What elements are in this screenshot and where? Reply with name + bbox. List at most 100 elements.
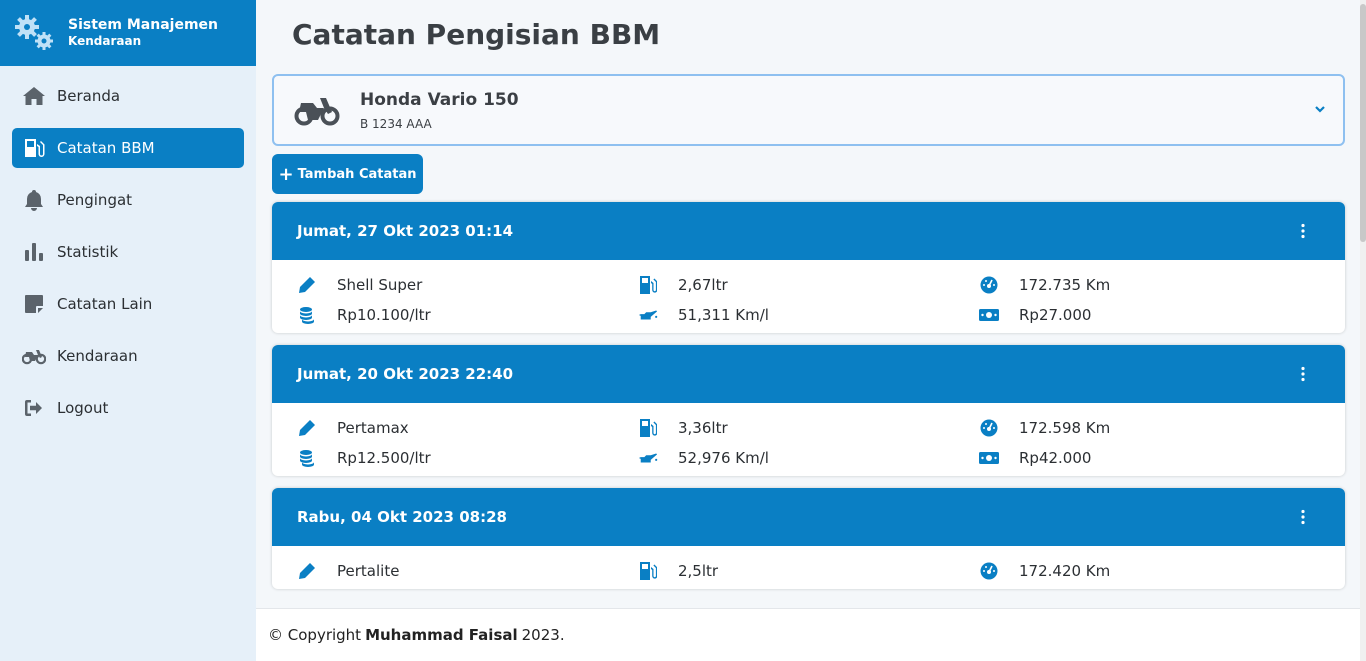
oil-can-icon: [638, 305, 658, 325]
more-options-icon[interactable]: [1301, 366, 1305, 382]
coins-icon: [297, 448, 317, 468]
fuel-pump-icon: [22, 136, 46, 160]
bell-icon: [22, 188, 46, 212]
fuel-records-list: Jumat, 27 Okt 2023 01:14 Shell Super 2,6…: [272, 202, 1345, 601]
brand-title: Sistem Manajemen: [68, 16, 219, 33]
price-value: Rp10.100/ltr: [337, 305, 431, 324]
price-value: Rp12.500/ltr: [337, 448, 431, 467]
total-value: Rp42.000: [1019, 448, 1092, 467]
sidebar-item-catatan-lain[interactable]: Catatan Lain: [12, 284, 244, 324]
volume-value: 2,67ltr: [678, 275, 728, 294]
odometer-value: 172.735 Km: [1019, 275, 1111, 294]
vehicle-select[interactable]: Honda Vario 150 B 1234 AAA: [272, 74, 1345, 146]
speedometer-icon: [979, 561, 999, 581]
motorcycle-icon: [22, 344, 46, 368]
home-icon: [22, 84, 46, 108]
record-body: Pertalite 2,5ltr 172.420 Km: [272, 546, 1345, 589]
note-icon: [22, 292, 46, 316]
sidebar-item-kendaraan[interactable]: Kendaraan: [12, 336, 244, 376]
sidebar-item-label: Pengingat: [57, 191, 133, 209]
vehicle-name: Honda Vario 150: [360, 89, 519, 110]
sidebar-item-label: Catatan Lain: [57, 295, 153, 313]
sidebar-item-statistik[interactable]: Statistik: [12, 232, 244, 272]
record-body: Shell Super 2,67ltr 172.735 Km Rp10.100/…: [272, 260, 1345, 333]
sidebar-item-label: Beranda: [57, 87, 121, 105]
pencil-icon: [297, 561, 317, 581]
record-total: Rp42.000: [979, 447, 1339, 468]
fuel-type-value: Pertalite: [337, 561, 400, 580]
coins-icon: [297, 305, 317, 325]
motorcycle-icon: [294, 98, 340, 126]
efficiency-value: 52,976 Km/l: [678, 448, 769, 467]
gears-icon: [15, 15, 53, 50]
volume-value: 3,36ltr: [678, 418, 728, 437]
money-bill-icon: [979, 305, 999, 325]
record-odometer: 172.598 Km: [979, 417, 1339, 438]
brand[interactable]: Sistem Manajemen Kendaraan: [0, 0, 256, 66]
sidebar-item-label: Logout: [57, 399, 109, 417]
scrollbar-thumb[interactable]: [1360, 4, 1366, 242]
record-volume: 3,36ltr: [638, 417, 979, 438]
record-price: Rp12.500/ltr: [297, 447, 638, 468]
fuel-record-card: Rabu, 04 Okt 2023 08:28 Pertalite 2,5ltr…: [272, 488, 1345, 589]
more-options-icon[interactable]: [1301, 223, 1305, 239]
money-bill-icon: [979, 448, 999, 468]
fuel-record-card: Jumat, 27 Okt 2023 01:14 Shell Super 2,6…: [272, 202, 1345, 333]
record-body: Pertamax 3,36ltr 172.598 Km Rp12.500/ltr…: [272, 403, 1345, 476]
record-date: Jumat, 20 Okt 2023 22:40: [297, 365, 514, 383]
oil-can-icon: [638, 448, 658, 468]
chevron-down-icon[interactable]: [1313, 102, 1327, 116]
sidebar-item-beranda[interactable]: Beranda: [12, 76, 244, 116]
plus-icon: +: [278, 163, 294, 185]
record-volume: 2,67ltr: [638, 274, 979, 295]
record-fuel-type: Pertalite: [297, 560, 638, 581]
record-efficiency: 51,311 Km/l: [638, 304, 979, 325]
sidebar-item-logout[interactable]: Logout: [12, 388, 244, 428]
fuel-type-value: Pertamax: [337, 418, 409, 437]
record-price: Rp10.100/ltr: [297, 304, 638, 325]
sidebar-item-pengingat[interactable]: Pengingat: [12, 180, 244, 220]
add-record-label: Tambah Catatan: [297, 166, 417, 182]
copyright-author: Muhammad Faisal: [365, 626, 518, 644]
pencil-icon: [297, 275, 317, 295]
record-total: Rp27.000: [979, 304, 1339, 325]
record-header: Jumat, 20 Okt 2023 22:40: [272, 345, 1345, 403]
more-options-icon[interactable]: [1301, 509, 1305, 525]
page-title: Catatan Pengisian BBM: [292, 18, 661, 51]
speedometer-icon: [979, 275, 999, 295]
sidebar-nav: Beranda Catatan BBM Pengingat Statistik …: [0, 76, 256, 428]
sidebar-item-label: Kendaraan: [57, 347, 138, 365]
brand-subtitle: Kendaraan: [68, 34, 142, 49]
sidebar: Sistem Manajemen Kendaraan Beranda Catat…: [0, 0, 256, 661]
scrollbar[interactable]: [1360, 0, 1366, 661]
bar-chart-icon: [22, 240, 46, 264]
sidebar-item-catatan-bbm[interactable]: Catatan BBM: [12, 128, 244, 168]
odometer-value: 172.598 Km: [1019, 418, 1111, 437]
pencil-icon: [297, 418, 317, 438]
fuel-pump-icon: [638, 418, 658, 438]
vehicle-plate: B 1234 AAA: [360, 116, 432, 131]
fuel-pump-icon: [638, 275, 658, 295]
record-date: Rabu, 04 Okt 2023 08:28: [297, 508, 507, 526]
copyright-prefix: © Copyright: [268, 626, 362, 644]
sidebar-item-label: Statistik: [57, 243, 119, 261]
add-record-button[interactable]: + Tambah Catatan: [272, 154, 423, 194]
record-volume: 2,5ltr: [638, 560, 979, 581]
footer: © Copyright Muhammad Faisal 2023.: [256, 608, 1360, 661]
logout-icon: [22, 396, 46, 420]
record-odometer: 172.735 Km: [979, 274, 1339, 295]
record-header: Jumat, 27 Okt 2023 01:14: [272, 202, 1345, 260]
sidebar-item-label: Catatan BBM: [57, 139, 155, 157]
main-content: Catatan Pengisian BBM Honda Vario 150 B …: [256, 0, 1360, 608]
fuel-type-value: Shell Super: [337, 275, 423, 294]
speedometer-icon: [979, 418, 999, 438]
fuel-pump-icon: [638, 561, 658, 581]
record-odometer: 172.420 Km: [979, 560, 1339, 581]
record-efficiency: 52,976 Km/l: [638, 447, 979, 468]
record-date: Jumat, 27 Okt 2023 01:14: [297, 222, 514, 240]
fuel-record-card: Jumat, 20 Okt 2023 22:40 Pertamax 3,36lt…: [272, 345, 1345, 476]
record-fuel-type: Shell Super: [297, 274, 638, 295]
record-header: Rabu, 04 Okt 2023 08:28: [272, 488, 1345, 546]
total-value: Rp27.000: [1019, 305, 1092, 324]
volume-value: 2,5ltr: [678, 561, 719, 580]
